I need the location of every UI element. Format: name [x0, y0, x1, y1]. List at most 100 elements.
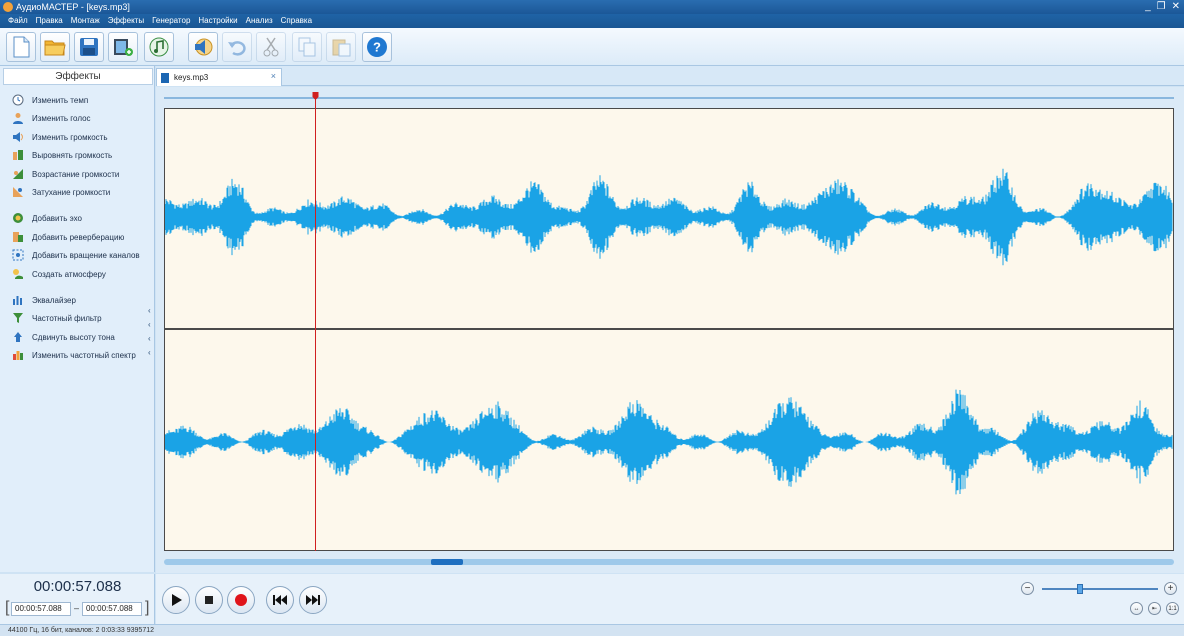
- save-button[interactable]: [74, 32, 104, 62]
- menu-bar: Файл Правка Монтаж Эффекты Генератор Нас…: [0, 14, 1184, 28]
- svg-text:?: ?: [373, 40, 381, 55]
- scrollbar-thumb[interactable]: [430, 559, 463, 565]
- effect-frequency-filter[interactable]: Частотный фильтр: [12, 310, 102, 326]
- collapse-arrow-1[interactable]: ‹: [148, 306, 151, 315]
- file-icon: [161, 72, 169, 83]
- menu-help[interactable]: Справка: [277, 14, 316, 28]
- clock-icon: [12, 94, 24, 106]
- copy-icon: [298, 37, 316, 57]
- equalizer-icon: [13, 296, 22, 305]
- zoom-fit-button[interactable]: ↔: [1130, 602, 1143, 615]
- paste-icon: [332, 39, 351, 57]
- current-time: 00:00:57.088: [33, 578, 122, 595]
- speaker-icon: [13, 132, 23, 142]
- transport-bar: − + ↔ ⇤ 1:1: [156, 574, 1184, 624]
- effect-pitch-shift[interactable]: Сдвинуть высоту тона: [12, 329, 115, 345]
- effect-change-volume[interactable]: Изменить громкость: [12, 129, 108, 145]
- effect-add-reverb[interactable]: Добавить реверберацию: [12, 229, 124, 245]
- record-button[interactable]: [227, 586, 255, 614]
- waveform-channel-2: [165, 389, 1173, 495]
- range-bracket-close: ]: [145, 599, 150, 616]
- audio-info: 44100 Гц, 16 бит, каналов: 2 0:03:33 939…: [8, 627, 154, 634]
- cut-button[interactable]: [256, 32, 286, 62]
- open-file-button[interactable]: [40, 32, 70, 62]
- copy-button[interactable]: [292, 32, 322, 62]
- menu-file[interactable]: Файл: [4, 14, 32, 28]
- paste-button[interactable]: [326, 32, 356, 62]
- skip-to-start-button[interactable]: [266, 586, 294, 614]
- person-icon: [13, 113, 23, 124]
- effect-create-atmosphere[interactable]: Создать атмосферу: [12, 266, 106, 282]
- skip-back-icon: [273, 595, 287, 605]
- play-icon: [172, 594, 182, 606]
- window-title: АудиоМАСТЕР - [keys.mp3]: [16, 2, 130, 12]
- effect-channel-rotation[interactable]: Добавить вращение каналов: [12, 247, 140, 263]
- stop-button[interactable]: [195, 586, 223, 614]
- minimize-button[interactable]: _: [1145, 0, 1151, 13]
- add-video-button[interactable]: [108, 32, 138, 62]
- menu-analysis[interactable]: Анализ: [242, 14, 277, 28]
- effect-add-echo[interactable]: Добавить эхо: [12, 210, 82, 226]
- menu-effects[interactable]: Эффекты: [104, 14, 148, 28]
- save-icon: [80, 38, 98, 56]
- fade-out-icon: [13, 187, 23, 197]
- effect-change-tempo[interactable]: Изменить темп: [12, 92, 88, 108]
- zoom-slider-thumb[interactable]: [1077, 584, 1084, 594]
- effect-fade-in[interactable]: Возрастание громкости: [12, 166, 119, 182]
- file-tab-strip: keys.mp3 ×: [156, 66, 1184, 86]
- play-button[interactable]: [162, 586, 190, 614]
- close-tab-icon[interactable]: ×: [271, 71, 276, 81]
- file-tab[interactable]: keys.mp3 ×: [156, 68, 282, 86]
- add-audio-icon: [149, 37, 169, 57]
- atmosphere-icon: [13, 269, 23, 279]
- restore-button[interactable]: ❐: [1157, 0, 1166, 13]
- filter-icon: [13, 313, 23, 323]
- window-title-bar: АудиоМАСТЕР - [keys.mp3] _ ❐ ✕: [0, 0, 1184, 14]
- close-button[interactable]: ✕: [1172, 0, 1180, 13]
- effect-equalizer[interactable]: Эквалайзер: [12, 292, 76, 308]
- effect-normalize-volume[interactable]: Выровнять громкость: [12, 147, 112, 163]
- rotate-icon: [12, 249, 24, 261]
- add-audio-button[interactable]: [144, 32, 174, 62]
- file-tab-name: keys.mp3: [174, 73, 209, 82]
- selection-start-field[interactable]: 00:00:57.088: [11, 602, 71, 616]
- zoom-one-to-one-button[interactable]: 1:1: [1166, 602, 1179, 615]
- timeline-ruler[interactable]: [164, 97, 1174, 99]
- menu-settings[interactable]: Настройки: [194, 14, 241, 28]
- record-icon: [235, 594, 247, 606]
- level-icon: [13, 150, 23, 160]
- new-file-button[interactable]: [6, 32, 36, 62]
- help-button[interactable]: ?: [362, 32, 392, 62]
- collapse-arrow-3[interactable]: ‹: [148, 334, 151, 343]
- skip-forward-icon: [306, 595, 320, 605]
- effect-change-voice[interactable]: Изменить голос: [12, 110, 91, 126]
- effects-button[interactable]: [188, 32, 218, 62]
- fade-in-icon: [13, 169, 23, 179]
- selection-end-field[interactable]: 00:00:57.088: [82, 602, 142, 616]
- horizontal-scrollbar[interactable]: [164, 559, 1174, 565]
- echo-icon: [13, 213, 23, 223]
- undo-button[interactable]: [222, 32, 252, 62]
- zoom-fit-selection-button[interactable]: ⇤: [1148, 602, 1161, 615]
- skip-to-end-button[interactable]: [299, 586, 327, 614]
- range-bracket-open: [: [5, 599, 10, 616]
- collapse-arrow-2[interactable]: ‹: [148, 320, 151, 329]
- collapse-arrow-4[interactable]: ‹: [148, 348, 151, 357]
- status-bar: 44100 Гц, 16 бит, каналов: 2 0:03:33 939…: [0, 624, 1184, 636]
- add-video-icon: [114, 39, 133, 56]
- menu-generator[interactable]: Генератор: [148, 14, 194, 28]
- effects-panel-title: Эффекты: [3, 68, 153, 85]
- waveform-area[interactable]: [164, 108, 1174, 551]
- open-folder-icon: [44, 40, 66, 56]
- menu-montage[interactable]: Монтаж: [67, 14, 104, 28]
- effect-fade-out[interactable]: Затухание громкости: [12, 184, 110, 200]
- zoom-out-button[interactable]: −: [1021, 582, 1034, 595]
- effect-change-spectrum[interactable]: Изменить частотный спектр: [12, 347, 136, 363]
- waveform-channel-1: [165, 168, 1173, 266]
- zoom-slider-track[interactable]: [1042, 588, 1158, 590]
- zoom-in-button[interactable]: +: [1164, 582, 1177, 595]
- effects-panel: Эффекты Изменить темп Изменить голос Изм…: [0, 66, 155, 572]
- spectrum-icon: [13, 351, 23, 360]
- app-logo-icon: [3, 2, 13, 12]
- menu-edit[interactable]: Правка: [32, 14, 67, 28]
